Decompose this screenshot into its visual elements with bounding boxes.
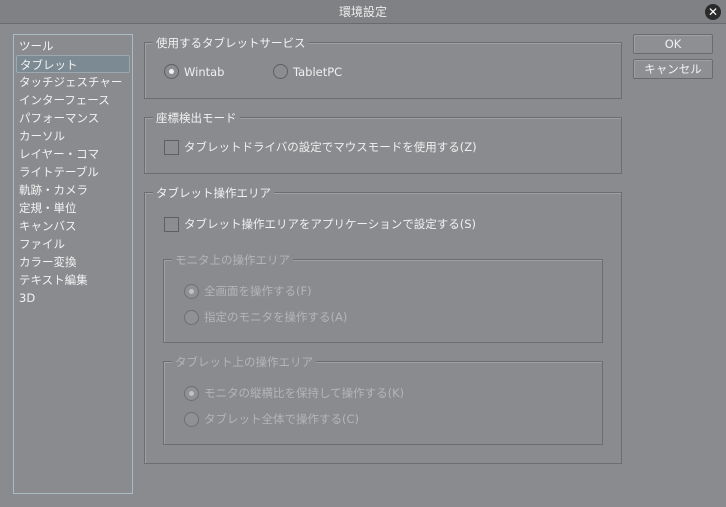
tablet-area-group: タブレット上の操作エリア モニタの縦横比を保持して操作する(K) タブレット全体… bbox=[163, 354, 603, 445]
category-list: ツール タブレット タッチジェスチャー インターフェース パフォーマンス カーソ… bbox=[13, 34, 133, 494]
checkbox-label: タブレット操作エリアをアプリケーションで設定する(S) bbox=[184, 217, 477, 231]
radio-icon[interactable] bbox=[273, 64, 288, 79]
group-label: 座標検出モード bbox=[153, 110, 240, 126]
sidebar-item[interactable]: タッチジェスチャー bbox=[16, 73, 130, 91]
radio-tabletpc[interactable]: TabletPC bbox=[273, 64, 342, 79]
tablet-service-group: 使用するタブレットサービス Wintab TabletPC bbox=[144, 35, 622, 99]
radio-label: タブレット全体で操作する(C) bbox=[204, 412, 360, 426]
sidebar-item[interactable]: カーソル bbox=[16, 127, 130, 145]
group-label: モニタ上の操作エリア bbox=[172, 252, 293, 268]
sidebar-item[interactable]: 3D bbox=[16, 289, 130, 307]
radio-label: 全画面を操作する(F) bbox=[204, 284, 312, 298]
cancel-button[interactable]: キャンセル bbox=[633, 59, 713, 79]
sidebar-item[interactable]: ライトテーブル bbox=[16, 163, 130, 181]
radio-icon[interactable] bbox=[184, 385, 199, 401]
close-icon[interactable]: ✕ bbox=[705, 4, 721, 20]
radio-whole-tablet[interactable]: タブレット全体で操作する(C) bbox=[184, 411, 359, 427]
radio-label: TabletPC bbox=[293, 64, 343, 79]
group-label: タブレット操作エリア bbox=[153, 185, 274, 201]
sidebar-item[interactable]: ツール bbox=[16, 37, 130, 55]
window-title: 環境設定 bbox=[338, 5, 387, 19]
title-bar: 環境設定 ✕ bbox=[0, 0, 726, 24]
sidebar-item[interactable]: インターフェース bbox=[16, 91, 130, 109]
sidebar-item[interactable]: 定規・単位 bbox=[16, 199, 130, 217]
monitor-area-group: モニタ上の操作エリア 全画面を操作する(F) 指定のモニタを操作する(A) bbox=[163, 252, 603, 343]
sidebar-item[interactable]: 軌跡・カメラ bbox=[16, 181, 130, 199]
sidebar-item[interactable]: テキスト編集 bbox=[16, 271, 130, 289]
sidebar-item-selected[interactable]: タブレット bbox=[16, 55, 130, 73]
sidebar-item[interactable]: キャンバス bbox=[16, 217, 130, 235]
checkbox-label: タブレットドライバの設定でマウスモードを使用する(Z) bbox=[184, 140, 477, 154]
mouse-mode-checkbox[interactable]: タブレットドライバの設定でマウスモードを使用する(Z) bbox=[164, 139, 477, 155]
checkbox-icon[interactable] bbox=[164, 139, 179, 155]
radio-label: モニタの縦横比を保持して操作する(K) bbox=[204, 386, 405, 400]
checkbox-icon[interactable] bbox=[164, 216, 179, 232]
radio-label: 指定のモニタを操作する(A) bbox=[204, 310, 348, 324]
group-label: 使用するタブレットサービス bbox=[153, 35, 309, 51]
radio-wintab[interactable]: Wintab bbox=[164, 64, 224, 79]
sidebar-item[interactable]: レイヤー・コマ bbox=[16, 145, 130, 163]
radio-icon[interactable] bbox=[184, 309, 199, 325]
coordinate-mode-group: 座標検出モード タブレットドライバの設定でマウスモードを使用する(Z) bbox=[144, 110, 622, 174]
radio-keep-aspect[interactable]: モニタの縦横比を保持して操作する(K) bbox=[184, 385, 404, 401]
sidebar-item[interactable]: ファイル bbox=[16, 235, 130, 253]
radio-label: Wintab bbox=[184, 64, 225, 79]
operation-area-group: タブレット操作エリア タブレット操作エリアをアプリケーションで設定する(S) モ… bbox=[144, 185, 622, 464]
ok-button[interactable]: OK bbox=[633, 34, 713, 54]
app-area-checkbox[interactable]: タブレット操作エリアをアプリケーションで設定する(S) bbox=[164, 216, 476, 232]
group-label: タブレット上の操作エリア bbox=[172, 354, 316, 370]
radio-icon[interactable] bbox=[184, 283, 199, 299]
radio-icon[interactable] bbox=[164, 64, 179, 79]
radio-full-screen[interactable]: 全画面を操作する(F) bbox=[184, 283, 312, 299]
sidebar-item[interactable]: カラー変換 bbox=[16, 253, 130, 271]
radio-icon[interactable] bbox=[184, 411, 199, 427]
radio-specific-monitor[interactable]: 指定のモニタを操作する(A) bbox=[184, 309, 347, 325]
sidebar-item[interactable]: パフォーマンス bbox=[16, 109, 130, 127]
